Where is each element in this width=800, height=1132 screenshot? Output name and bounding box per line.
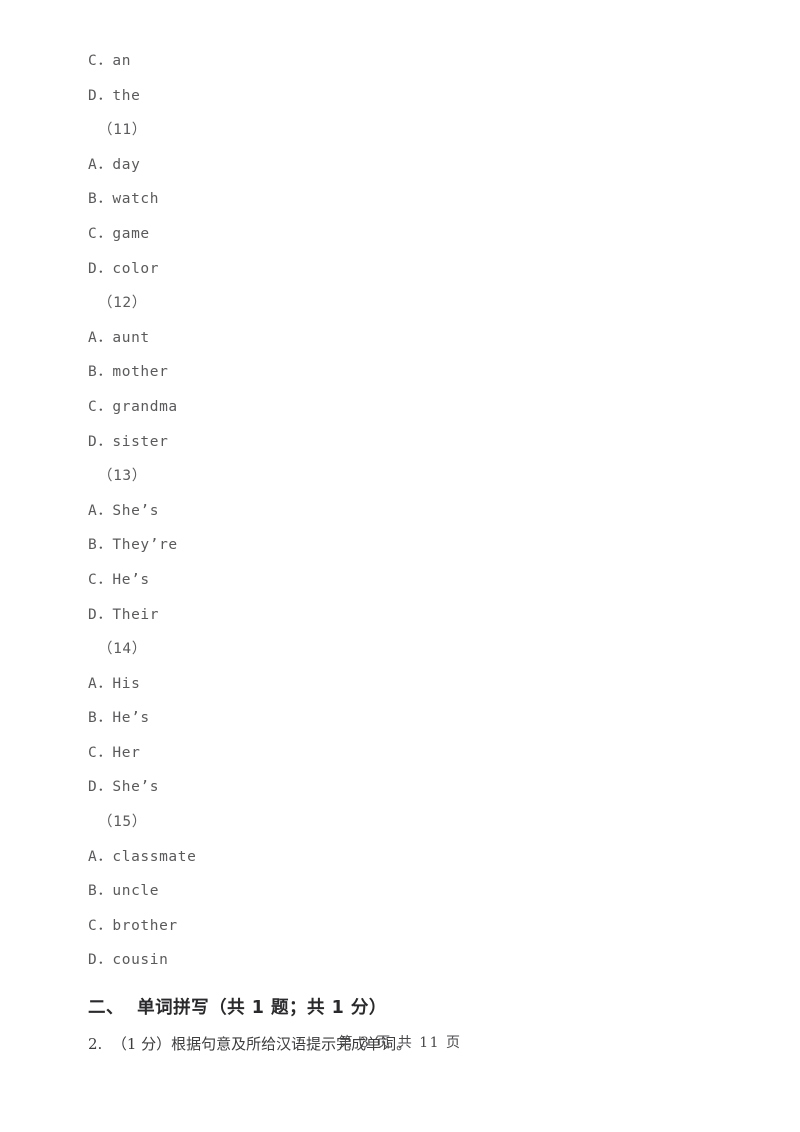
page-footer: 第 3 页 共 11 页 bbox=[338, 1035, 462, 1051]
answer-option[interactable]: D．cousin bbox=[88, 943, 748, 978]
answer-option[interactable]: D．Their bbox=[88, 598, 748, 633]
answer-option[interactable]: D．sister bbox=[88, 425, 748, 460]
answer-option[interactable]: D．She’s bbox=[88, 770, 748, 805]
section-heading: 二、 单词拼写（共 1 题；共 1 分） bbox=[88, 998, 387, 1019]
answer-option[interactable]: A．day bbox=[88, 148, 748, 183]
sub-question-marker: （14） bbox=[98, 641, 147, 658]
answer-option[interactable]: C．an bbox=[88, 44, 748, 79]
answer-option[interactable]: C．He’s bbox=[88, 563, 748, 598]
sub-question-marker: （12） bbox=[98, 295, 147, 312]
answer-option[interactable]: D．the bbox=[88, 79, 748, 114]
answer-option[interactable]: A．classmate bbox=[88, 840, 748, 875]
sub-question-marker: （11） bbox=[98, 122, 147, 139]
answer-option[interactable]: D．color bbox=[88, 252, 748, 287]
answer-option[interactable]: B．uncle bbox=[88, 874, 748, 909]
answer-option[interactable]: B．mother bbox=[88, 355, 748, 390]
answer-option[interactable]: B．watch bbox=[88, 182, 748, 217]
sub-question-marker: （15） bbox=[98, 814, 147, 831]
answer-option[interactable]: A．His bbox=[88, 667, 748, 702]
answer-option[interactable]: C．brother bbox=[88, 909, 748, 944]
answer-option[interactable]: B．He’s bbox=[88, 701, 748, 736]
answer-option[interactable]: A．aunt bbox=[88, 321, 748, 356]
answer-option[interactable]: C．Her bbox=[88, 736, 748, 771]
question-options-block: C．an D．the （11） A．day B．watch C．game D．c… bbox=[88, 44, 748, 1058]
sub-question-marker: （13） bbox=[98, 468, 147, 485]
document-page: C．an D．the （11） A．day B．watch C．game D．c… bbox=[0, 0, 800, 1132]
answer-option[interactable]: B．They’re bbox=[88, 528, 748, 563]
answer-option[interactable]: A．She’s bbox=[88, 494, 748, 529]
answer-option[interactable]: C．game bbox=[88, 217, 748, 252]
answer-option[interactable]: C．grandma bbox=[88, 390, 748, 425]
